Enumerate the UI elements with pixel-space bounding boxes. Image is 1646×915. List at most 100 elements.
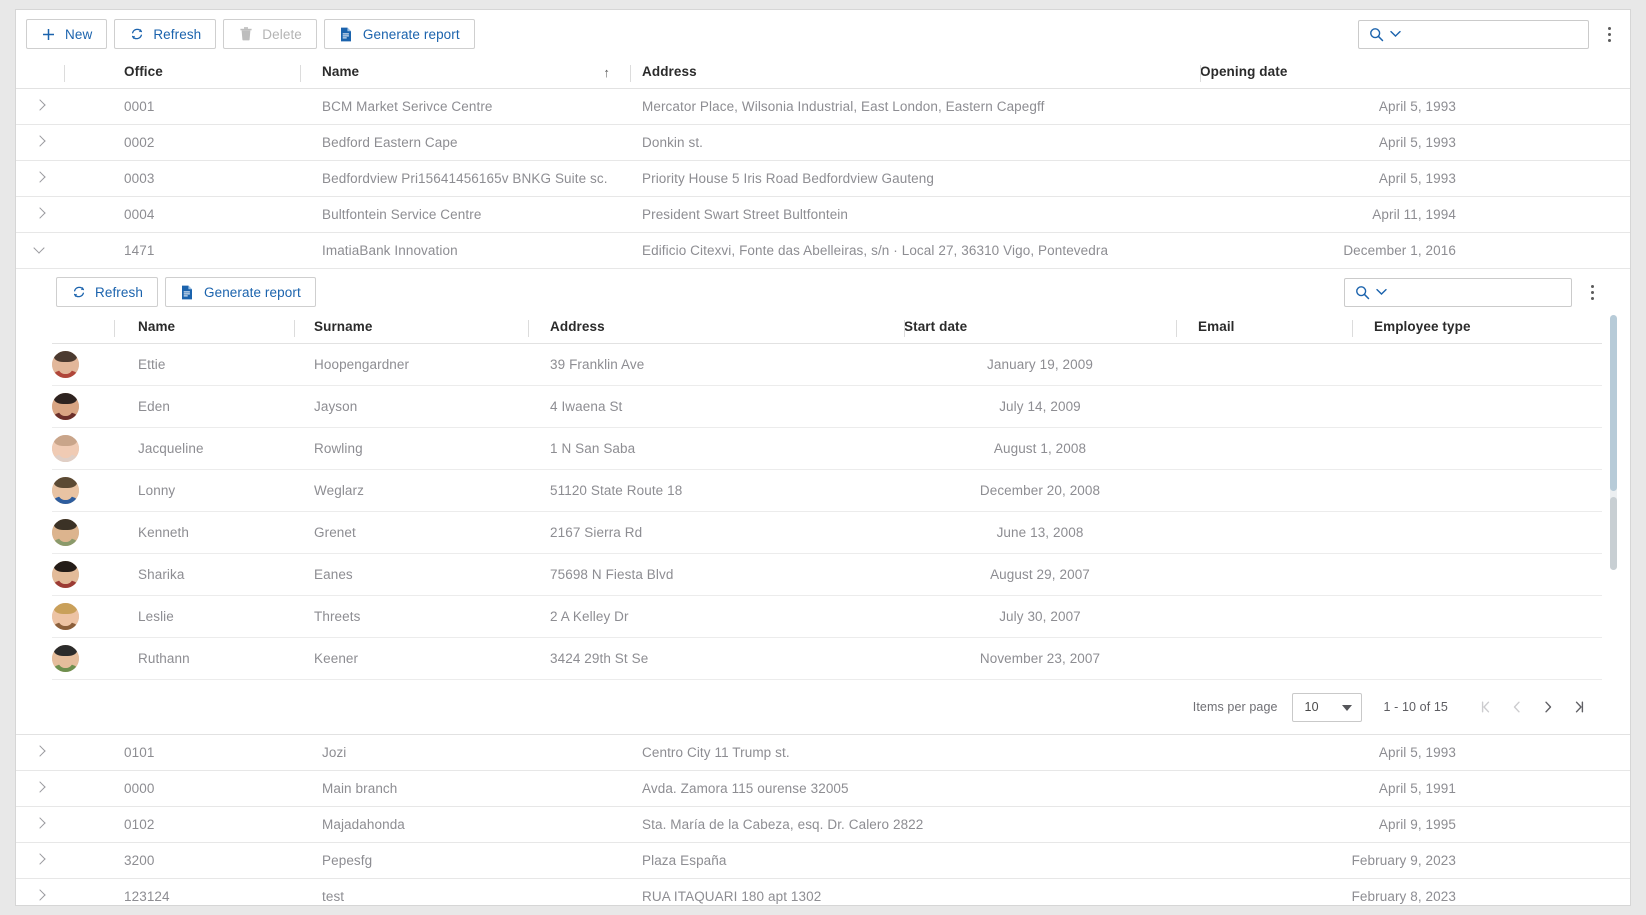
cell-emp-name: Lonny	[114, 470, 294, 512]
table-row[interactable]: 0003Bedfordview Pri15641456165v BNKG Sui…	[16, 161, 1630, 197]
employees-table-scrollbar[interactable]	[1610, 315, 1617, 570]
chevron-right-icon[interactable]	[34, 852, 48, 866]
column-header-name[interactable]: Name ↑	[300, 58, 630, 89]
table-row[interactable]: 3200PepesfgPlaza EspañaFebruary 9, 2023	[16, 843, 1630, 879]
detail-generate-report-button[interactable]: Generate report	[165, 277, 316, 307]
detail-refresh-button[interactable]: Refresh	[56, 277, 158, 307]
table-row[interactable]: RuthannKeener3424 29th St SeNovember 23,…	[52, 638, 1602, 680]
cell-opening-date: February 8, 2023	[1200, 879, 1630, 907]
search-icon[interactable]	[1345, 285, 1374, 300]
cell-email	[1176, 512, 1352, 554]
cell-address: Sta. María de la Cabeza, esq. Dr. Calero…	[630, 807, 1200, 843]
cell-email	[1176, 596, 1352, 638]
chevron-right-icon[interactable]	[34, 98, 48, 112]
sort-ascending-icon[interactable]: ↑	[603, 65, 610, 80]
row-expander-cell[interactable]	[16, 735, 64, 771]
header-divider	[1352, 320, 1353, 337]
table-row[interactable]: 0001BCM Market Serivce CentreMercator Pl…	[16, 89, 1630, 125]
column-header-emp-name[interactable]: Name	[114, 315, 294, 344]
table-row[interactable]: LonnyWeglarz51120 State Route 18December…	[52, 470, 1602, 512]
table-row[interactable]: 0004Bultfontein Service CentrePresident …	[16, 197, 1630, 233]
cell-employee-type	[1352, 344, 1602, 386]
table-row[interactable]: JacquelineRowling1 N San SabaAugust 1, 2…	[52, 428, 1602, 470]
avatar	[52, 603, 79, 630]
row-expander-cell[interactable]	[16, 807, 64, 843]
row-expander-cell[interactable]	[16, 197, 64, 233]
column-header-office[interactable]: Office	[64, 58, 300, 89]
scrollbar-thumb-secondary[interactable]	[1610, 497, 1617, 570]
cell-emp-address: 3424 29th St Se	[528, 638, 904, 680]
search-input[interactable]	[1410, 21, 1602, 48]
cell-surname: Grenet	[294, 512, 528, 554]
chevron-right-icon[interactable]	[34, 134, 48, 148]
row-expander-cell[interactable]	[16, 161, 64, 197]
table-row[interactable]: EdenJayson4 Iwaena StJuly 14, 2009	[52, 386, 1602, 428]
table-row[interactable]: SharikaEanes75698 N Fiesta BlvdAugust 29…	[52, 554, 1602, 596]
chevron-right-icon[interactable]	[34, 206, 48, 220]
generate-report-button[interactable]: Generate report	[324, 19, 475, 49]
table-row[interactable]: 0102MajadahondaSta. María de la Cabeza, …	[16, 807, 1630, 843]
search-box[interactable]	[1358, 20, 1589, 49]
cell-email	[1176, 638, 1352, 680]
column-header-email-label: Email	[1198, 319, 1235, 334]
row-expander-cell[interactable]	[16, 125, 64, 161]
cell-name: Main branch	[300, 771, 630, 807]
detail-overflow-menu-icon[interactable]	[1579, 277, 1605, 307]
chevron-down-icon[interactable]	[34, 242, 48, 256]
chevron-right-icon[interactable]	[34, 170, 48, 184]
chevron-right-icon[interactable]	[34, 744, 48, 758]
column-header-emp-address[interactable]: Address	[528, 315, 904, 344]
table-row[interactable]: EttieHoopengardner39 Franklin AveJanuary…	[52, 344, 1602, 386]
chevron-right-icon[interactable]	[34, 888, 48, 902]
row-expander-cell[interactable]	[16, 879, 64, 907]
cell-name: test	[300, 879, 630, 907]
search-chevron-down-icon[interactable]	[1374, 288, 1396, 296]
column-header-email[interactable]: Email	[1176, 315, 1352, 344]
table-row[interactable]: 0002Bedford Eastern CapeDonkin st.April …	[16, 125, 1630, 161]
table-row[interactable]: 123124testRUA ITAQUARI 180 apt 1302Febru…	[16, 879, 1630, 907]
row-expander-cell[interactable]	[16, 89, 64, 125]
chevron-right-icon[interactable]	[34, 816, 48, 830]
employees-next-page-button[interactable]	[1532, 692, 1563, 723]
scrollbar-thumb[interactable]	[1610, 315, 1617, 491]
table-row[interactable]: 0000Main branchAvda. Zamora 115 ourense …	[16, 771, 1630, 807]
cell-opening-date: December 1, 2016	[1200, 233, 1630, 269]
row-expander-cell[interactable]	[16, 843, 64, 879]
row-expander-cell[interactable]	[16, 771, 64, 807]
column-header-employee-type[interactable]: Employee type	[1352, 315, 1602, 344]
chevron-right-icon[interactable]	[34, 780, 48, 794]
detail-search-input[interactable]	[1396, 279, 1588, 306]
cell-emp-address: 75698 N Fiesta Blvd	[528, 554, 904, 596]
table-row[interactable]: LeslieThreets2 A Kelley DrJuly 30, 2007	[52, 596, 1602, 638]
detail-refresh-button-label: Refresh	[95, 285, 143, 300]
employees-range-label: 1 - 10 of 15	[1384, 700, 1448, 714]
refresh-button[interactable]: Refresh	[114, 19, 216, 49]
table-row[interactable]: 0101JoziCentro City 11 Trump st.April 5,…	[16, 735, 1630, 771]
detail-search-box[interactable]	[1344, 278, 1572, 307]
search-icon[interactable]	[1359, 27, 1388, 42]
cell-email	[1176, 554, 1352, 596]
column-header-start-date[interactable]: Start date	[904, 315, 1176, 344]
new-button[interactable]: New	[26, 19, 107, 49]
cell-avatar	[52, 428, 114, 470]
search-chevron-down-icon[interactable]	[1388, 30, 1410, 38]
table-row[interactable]: KennethGrenet2167 Sierra RdJune 13, 2008	[52, 512, 1602, 554]
cell-email	[1176, 470, 1352, 512]
cell-opening-date: April 5, 1993	[1200, 735, 1630, 771]
column-header-opening-date[interactable]: Opening date	[1200, 58, 1630, 89]
cell-avatar	[52, 554, 114, 596]
table-row[interactable]: 1471ImatiaBank InnovationEdificio Citexv…	[16, 233, 1630, 269]
refresh-icon	[129, 27, 144, 42]
employees-prev-page-button	[1501, 692, 1532, 723]
column-header-opening-date-label: Opening date	[1200, 64, 1287, 79]
row-expander-cell[interactable]	[16, 233, 64, 269]
employees-items-per-page-select[interactable]: 10	[1292, 693, 1362, 722]
cell-avatar	[52, 386, 114, 428]
chevron-down-icon	[1342, 705, 1352, 711]
column-header-surname[interactable]: Surname	[294, 315, 528, 344]
employees-last-page-button[interactable]	[1563, 692, 1594, 723]
cell-address: President Swart Street Bultfontein	[630, 197, 1200, 233]
column-header-address[interactable]: Address	[630, 58, 1200, 89]
cell-address: Mercator Place, Wilsonia Industrial, Eas…	[630, 89, 1200, 125]
main-overflow-menu-icon[interactable]	[1596, 19, 1622, 49]
